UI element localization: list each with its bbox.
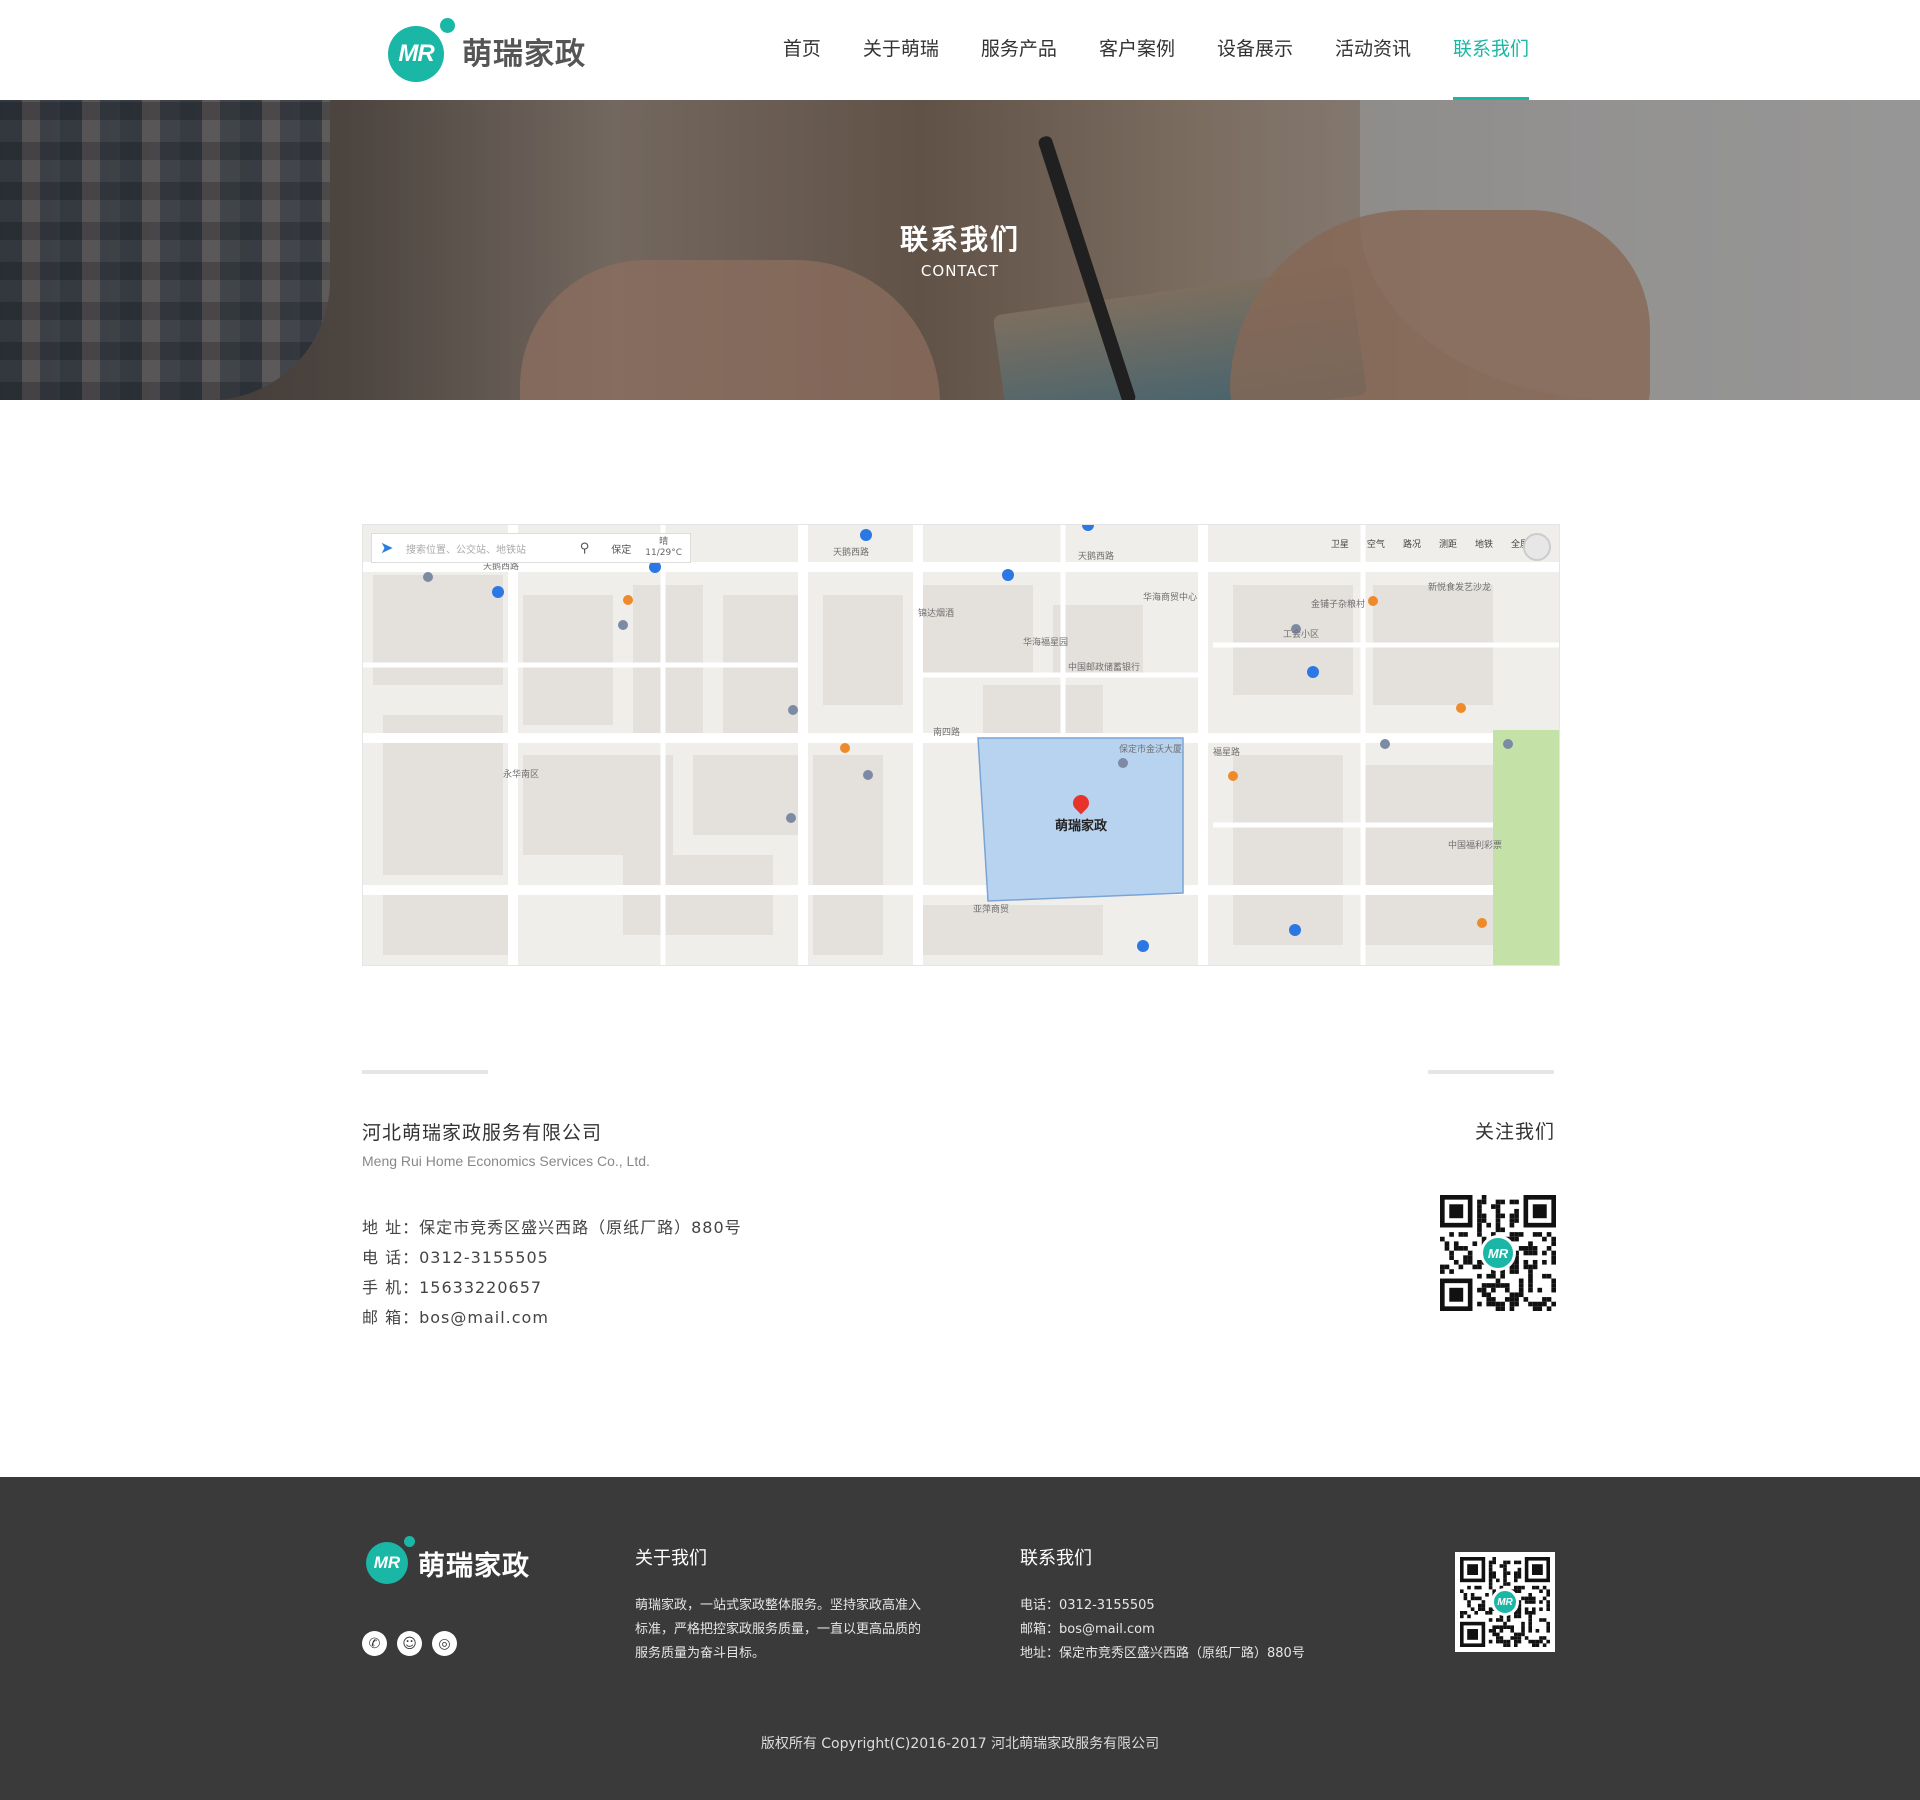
phone-value[interactable]: 0312-3155505	[419, 1248, 549, 1267]
map-road-label: 天鹅西路	[833, 546, 869, 558]
map-search-input[interactable]: 搜索位置、公交站、地铁站	[406, 541, 580, 556]
footer-contact-text: 电话：0312-3155505 邮箱：bos@mail.com 地址：保定市竞秀…	[1020, 1594, 1305, 1666]
nav-item-services[interactable]: 服务产品	[981, 0, 1057, 100]
map-search-box[interactable]: ➤ 搜索位置、公交站、地铁站 ⚲ 保定 晴 11/29°C	[371, 533, 691, 563]
footer-logo[interactable]: MR 萌瑞家政	[366, 1536, 530, 1584]
search-icon[interactable]: ⚲	[580, 541, 590, 556]
page-banner: 联系我们 CONTACT	[0, 100, 1920, 400]
footer-logo-mark-icon: MR	[366, 1536, 415, 1584]
weibo-icon[interactable]: ◎	[432, 1631, 457, 1656]
map-user-avatar[interactable]	[1523, 533, 1551, 561]
mobile-value[interactable]: 15633220657	[419, 1278, 542, 1297]
footer-logo-text: 萌瑞家政	[418, 1550, 530, 1582]
main-nav: 首页 关于萌瑞 服务产品 客户案例 设备展示 活动资讯 联系我们	[741, 0, 1530, 100]
map-road-label: 福星路	[1213, 746, 1240, 758]
map-pin-label: 萌瑞家政	[1055, 819, 1108, 834]
footer-about-line: 服务质量为奋斗目标。	[635, 1646, 766, 1661]
map-tool-measure[interactable]: 测距	[1439, 537, 1457, 550]
map-road-label: 永华南区	[503, 768, 539, 780]
nav-item-about[interactable]: 关于萌瑞	[863, 0, 939, 100]
footer-about-title: 关于我们	[635, 1548, 707, 1569]
qr-code-icon: MR	[1440, 1195, 1556, 1311]
logo-dot	[440, 18, 455, 33]
map-weather-label: 晴	[659, 537, 669, 547]
footer-about-text: 萌瑞家政，一站式家政整体服务。坚持家政高准入 标准，严格把控家政服务质量，一直以…	[635, 1594, 921, 1666]
map-tool-traffic[interactable]: 路况	[1403, 537, 1421, 550]
footer-contact-title: 联系我们	[1020, 1548, 1092, 1569]
map-weather-temp: 11/29°C	[645, 548, 682, 558]
footer-logo-dot	[404, 1536, 415, 1547]
footer-email[interactable]: 邮箱：bos@mail.com	[1020, 1618, 1305, 1642]
map-road-label: 中国邮政储蓄银行	[1068, 661, 1140, 673]
page-title: 联系我们	[899, 223, 1020, 256]
map-canvas: 天鹅西路 天鹅西路 天鹅西路 南四路 福星路 华海福星园 中国邮政储蓄银行 保定…	[363, 525, 1559, 965]
footer-about-line: 标准，严格把控家政服务质量，一直以更高品质的	[635, 1622, 922, 1637]
logo-mark-text: MR	[388, 26, 444, 82]
contact-address: 地 址：保定市竞秀区盛兴西路（原纸厂路）880号	[362, 1214, 742, 1238]
nav-item-home[interactable]: 首页	[783, 0, 821, 100]
qq-icon[interactable]: ☺	[397, 1631, 422, 1656]
map-road-label: 中国福利彩票	[1448, 839, 1502, 851]
map-weather: 晴 11/29°C	[645, 537, 682, 559]
map-road-label: 锦达烟酒	[918, 607, 954, 619]
company-name-en: Meng Rui Home Economics Services Co., Lt…	[362, 1153, 650, 1169]
nav-item-equipment[interactable]: 设备展示	[1217, 0, 1293, 100]
site-footer: MR 萌瑞家政 ✆ ☺ ◎ 关于我们 萌瑞家政，一站式家政整体服务。坚持家政高准…	[0, 1477, 1920, 1800]
site-logo[interactable]: MR 萌瑞家政	[388, 16, 586, 82]
map-toolbar: 卫星 空气 路况 测距 地铁 全屏	[1331, 537, 1529, 550]
email-value[interactable]: bos@mail.com	[419, 1308, 549, 1327]
contact-email: 邮 箱：bos@mail.com	[362, 1304, 549, 1328]
qr-logo-mark: MR	[1480, 1235, 1516, 1271]
phone-label: 电 话：	[362, 1248, 420, 1267]
nav-item-contact[interactable]: 联系我们	[1452, 0, 1530, 100]
map-route-icon[interactable]: ➤	[380, 538, 400, 558]
logo-mark-icon: MR	[388, 18, 455, 82]
footer-address: 地址：保定市竞秀区盛兴西路（原纸厂路）880号	[1020, 1646, 1305, 1661]
map-road-label: 华海商贸中心	[1143, 591, 1197, 603]
footer-about-line: 萌瑞家政，一站式家政整体服务。坚持家政高准入	[635, 1598, 922, 1613]
mobile-label: 手 机：	[362, 1278, 420, 1297]
map-tool-air[interactable]: 空气	[1367, 537, 1385, 550]
map-road-label: 亚萍商贸	[973, 903, 1009, 915]
contact-mobile: 手 机：15633220657	[362, 1274, 542, 1298]
divider	[1428, 1070, 1554, 1074]
map-road-label: 天鹅西路	[1078, 550, 1114, 562]
social-links: ✆ ☺ ◎	[362, 1631, 457, 1656]
nav-item-cases[interactable]: 客户案例	[1099, 0, 1175, 100]
wechat-icon[interactable]: ✆	[362, 1631, 387, 1656]
footer-logo-mark-text: MR	[373, 1553, 401, 1572]
email-label: 邮 箱：	[362, 1308, 420, 1327]
address-label: 地 址：	[362, 1218, 420, 1237]
company-name: 河北萌瑞家政服务有限公司	[362, 1122, 603, 1144]
map-tool-satellite[interactable]: 卫星	[1331, 537, 1349, 550]
footer-qr-code-icon: MR	[1455, 1552, 1555, 1652]
footer-phone: 电话：0312-3155505	[1020, 1598, 1155, 1613]
map-tool-subway[interactable]: 地铁	[1475, 537, 1493, 550]
logo-text: 萌瑞家政	[462, 37, 586, 72]
site-header: MR 萌瑞家政 首页 关于萌瑞 服务产品 客户案例 设备展示 活动资讯 联系我们	[0, 0, 1920, 100]
copyright: 版权所有 Copyright(C)2016-2017 河北萌瑞家政服务有限公司	[760, 1736, 1160, 1752]
map-road-label: 南四路	[933, 726, 960, 738]
map-road-label: 新悦食发艺沙龙	[1428, 581, 1491, 593]
address-value: 保定市竞秀区盛兴西路（原纸厂路）880号	[419, 1218, 742, 1237]
map-road-label: 工会小区	[1283, 628, 1319, 640]
map-road-label: 华海福星园	[1023, 636, 1068, 648]
divider	[362, 1070, 488, 1074]
page-subtitle: CONTACT	[920, 262, 1000, 280]
qr-logo-mark: MR	[1491, 1588, 1519, 1616]
follow-us-title: 关注我们	[1474, 1121, 1555, 1143]
map-road-label: 保定市金沃大厦	[1119, 743, 1182, 755]
contact-phone: 电 话：0312-3155505	[362, 1244, 549, 1268]
location-map[interactable]: 天鹅西路 天鹅西路 天鹅西路 南四路 福星路 华海福星园 中国邮政储蓄银行 保定…	[362, 524, 1560, 966]
map-road-label: 金铺子杂粮村	[1311, 598, 1365, 610]
map-city-select[interactable]: 保定	[611, 541, 631, 556]
nav-item-news[interactable]: 活动资讯	[1335, 0, 1411, 100]
